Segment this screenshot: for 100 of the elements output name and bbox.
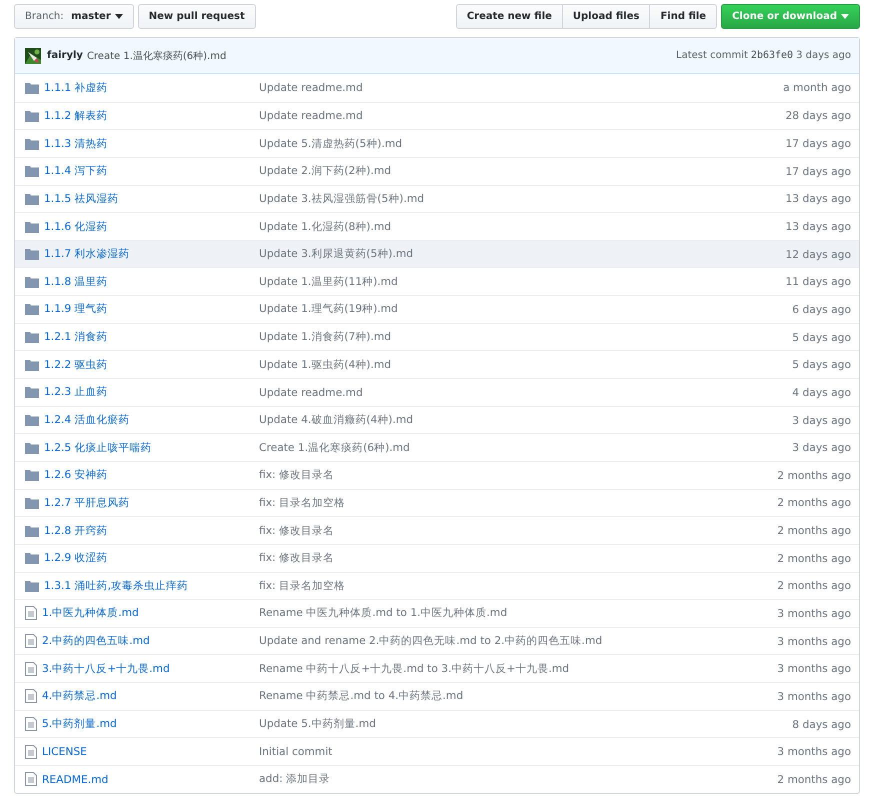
file-name-link[interactable]: 1.2.6 安神药	[44, 468, 108, 482]
file-row[interactable]: 1.3.1 涌吐药,攻毒杀虫止痒药 fix: 目录名加空格 2 months ago	[15, 572, 859, 600]
file-name-link[interactable]: 1.3.1 涌吐药,攻毒杀虫止痒药	[44, 578, 188, 593]
folder-icon	[25, 165, 39, 178]
commit-message-link[interactable]: Update 5.清虚热药(5种).md	[259, 136, 402, 150]
file-age: 6 days ago	[792, 302, 851, 316]
file-name-link[interactable]: 1.2.5 化痰止咳平喘药	[44, 440, 152, 455]
file-icon	[25, 717, 37, 732]
file-row[interactable]: 1.1.3 清热药 Update 5.清虚热药(5种).md 17 days ago	[15, 129, 859, 157]
file-name-link[interactable]: 2.中药的四色五味.md	[42, 634, 150, 648]
file-age: 2 months ago	[777, 524, 851, 538]
commit-message-link[interactable]: fix: 目录名加空格	[259, 496, 346, 509]
file-name-link[interactable]: 1.1.4 泻下药	[44, 164, 108, 178]
file-age: 2 months ago	[777, 552, 851, 565]
file-row[interactable]: 1.2.8 开窍药 fix: 修改目录名 2 months ago	[15, 516, 859, 544]
commit-message-link[interactable]: Rename 中医九种体质.md to 1.中医九种体质.md	[259, 606, 508, 620]
file-row[interactable]: 1.1.4 泻下药 Update 2.润下药(2种).md 17 days ago	[15, 156, 859, 185]
file-age: 3 months ago	[777, 634, 851, 648]
commit-message-link[interactable]: fix: 修改目录名	[259, 524, 334, 537]
commit-message-link[interactable]: Update 3.利尿退黄药(5种).md	[259, 247, 414, 260]
file-row[interactable]: 1.2.5 化痰止咳平喘药 Create 1.温化寒痰药(6种).md 3 days ago	[15, 433, 859, 461]
commit-message-link[interactable]: fix: 目录名加空格	[259, 578, 346, 592]
file-name-link[interactable]: 1.1.6 化湿药	[44, 220, 108, 234]
file-name-link[interactable]: 4.中药禁忌.md	[42, 689, 117, 704]
commit-message-link[interactable]: fix: 修改目录名	[259, 468, 334, 482]
file-row[interactable]: 1.2.6 安神药 fix: 修改目录名 2 months ago	[15, 460, 859, 489]
folder-icon	[25, 138, 39, 150]
commit-message-link[interactable]: Create 1.温化寒痰药(6种).md	[259, 440, 410, 454]
file-age: 2 months ago	[777, 772, 851, 786]
file-name-link[interactable]: 1.1.5 祛风湿药	[44, 192, 119, 206]
new-pull-request-button[interactable]: New pull request	[138, 4, 256, 28]
file-action-button[interactable]: Upload files	[562, 4, 650, 28]
commit-message-link[interactable]: Update 1.温里药(11种).md	[259, 274, 398, 288]
commit-message-link[interactable]: Update readme.md	[259, 386, 363, 399]
file-name-link[interactable]: 1.1.2 解表药	[44, 108, 108, 123]
file-age: 13 days ago	[786, 220, 851, 234]
file-name-link[interactable]: 1.2.1 消食药	[44, 330, 108, 344]
commit-author[interactable]: fairyly	[47, 50, 83, 61]
file-row[interactable]: 1.1.7 利水渗湿药 Update 3.利尿退黄药(5种).md 12 days ago	[15, 240, 859, 268]
commit-message-link[interactable]: Rename 中药十八反+十九畏.md to 3.中药十八反+十九畏.md	[259, 662, 570, 675]
file-row[interactable]: 3.中药十八反+十九畏.md Rename 中药十八反+十九畏.md to 3.中药十八反+十九畏.md 3 months ago	[15, 654, 859, 682]
commit-hash[interactable]: 2b63fe0	[750, 50, 794, 61]
file-name-link[interactable]: 3.中药十八反+十九畏.md	[42, 662, 170, 676]
latest-commit-label: Latest commit	[676, 50, 748, 61]
commit-message-link[interactable]: Update 2.润下药(2种).md	[259, 164, 392, 178]
file-row[interactable]: README.md add: 添加目录 2 months ago	[15, 765, 859, 793]
commit-message-link[interactable]: Update and rename 2.中药的四色无味.md to 2.中药的四色五味.md	[259, 634, 602, 648]
file-row[interactable]: 1.1.2 解表药 Update readme.md 28 days ago	[15, 102, 859, 130]
file-row[interactable]: 1.2.4 活血化瘀药 Update 4.破血消癥药(4种).md 3 days ago	[15, 406, 859, 434]
folder-icon	[25, 524, 39, 537]
file-action-button[interactable]: Find file	[649, 4, 718, 28]
file-name-link[interactable]: 1.1.3 清热药	[44, 136, 108, 151]
commit-message-link[interactable]: Update 4.破血消癥药(4种).md	[259, 413, 414, 426]
file-age: 13 days ago	[786, 192, 851, 206]
file-row[interactable]: 5.中药剂量.md Update 5.中药剂量.md 8 days ago	[15, 710, 859, 738]
file-name-link[interactable]: 1.1.9 理气药	[44, 302, 108, 316]
file-row[interactable]: 1.2.9 收涩药 fix: 修改目录名 2 months ago	[15, 544, 859, 572]
file-action-button[interactable]: Create new file	[456, 4, 563, 28]
file-icon	[25, 772, 37, 786]
file-row[interactable]: 4.中药禁忌.md Rename 中药禁忌.md to 4.中药禁忌.md 3 months ago	[15, 682, 859, 710]
commit-message-link[interactable]: Update 1.驱虫药(4种).md	[259, 358, 392, 371]
file-name-link[interactable]: 1.1.7 利水渗湿药	[44, 247, 130, 262]
commit-message-link[interactable]: Rename 中药禁忌.md to 4.中药禁忌.md	[259, 689, 464, 702]
file-age: 2 months ago	[777, 468, 851, 482]
branch-select-button[interactable]: Branch: master	[14, 4, 134, 28]
file-row[interactable]: 1.2.2 驱虫药 Update 1.驱虫药(4种).md 5 days ago	[15, 350, 859, 378]
commit-message-link[interactable]: Update 1.理气药(19种).md	[259, 302, 398, 316]
file-row[interactable]: 1.1.8 温里药 Update 1.温里药(11种).md 11 days ago	[15, 267, 859, 296]
file-row[interactable]: 1.1.9 理气药 Update 1.理气药(19种).md 6 days ago	[15, 295, 859, 323]
file-row[interactable]: 1.1.5 祛风湿药 Update 3.祛风湿强筋骨(5种).md 13 days ago	[15, 184, 859, 212]
commit-message-link[interactable]: Update readme.md	[259, 81, 363, 94]
file-name-link[interactable]: 1.2.8 开窍药	[44, 524, 108, 538]
file-name-link[interactable]: 1.2.7 平肝息风药	[44, 496, 130, 510]
commit-message-link[interactable]: Update 3.祛风湿强筋骨(5种).md	[259, 192, 424, 205]
file-row[interactable]: 2.中药的四色五味.md Update and rename 2.中药的四色无味.md to 2.中药的四色五味.md 3 months ago	[15, 626, 859, 654]
file-name-link[interactable]: 1.1.1 补虚药	[44, 80, 108, 95]
commit-message-link[interactable]: add: 添加目录	[259, 772, 330, 786]
commit-message-link[interactable]: Initial commit	[259, 745, 332, 758]
file-row[interactable]: LICENSE Initial commit 3 months ago	[15, 737, 859, 766]
file-name-link[interactable]: 1.2.4 活血化瘀药	[44, 413, 130, 427]
file-name-link[interactable]: 1.1.8 温里药	[44, 274, 108, 289]
file-name-link[interactable]: 1.2.2 驱虫药	[44, 358, 108, 372]
file-row[interactable]: 1.中医九种体质.md Rename 中医九种体质.md to 1.中医九种体质.md 3 months ago	[15, 599, 859, 627]
file-name-link[interactable]: 5.中药剂量.md	[42, 717, 117, 732]
file-row[interactable]: 1.2.3 止血药 Update readme.md 4 days ago	[15, 378, 859, 406]
file-row[interactable]: 1.2.7 平肝息风药 fix: 目录名加空格 2 months ago	[15, 488, 859, 516]
file-name-link[interactable]: 1.2.3 止血药	[44, 385, 108, 400]
file-name-link[interactable]: LICENSE	[42, 745, 87, 758]
commit-message-link[interactable]: Update 1.消食药(7种).md	[259, 330, 392, 344]
file-name-link[interactable]: 1.2.9 收涩药	[44, 551, 108, 566]
file-row[interactable]: 1.2.1 消食药 Update 1.消食药(7种).md 5 days ago	[15, 322, 859, 350]
file-name-link[interactable]: 1.中医九种体质.md	[42, 606, 139, 620]
commit-message[interactable]: Create 1.温化寒痰药(6种).md	[86, 48, 226, 62]
file-row[interactable]: 1.1.1 补虚药 Update readme.md a month ago	[15, 74, 859, 102]
file-icon	[25, 606, 37, 620]
commit-message-link[interactable]: Update readme.md	[259, 109, 363, 122]
commit-message-link[interactable]: Update 1.化湿药(8种).md	[259, 220, 392, 233]
commit-message-link[interactable]: fix: 修改目录名	[259, 551, 334, 564]
commit-message-link[interactable]: Update 5.中药剂量.md	[259, 717, 376, 730]
file-name-link[interactable]: README.md	[42, 772, 108, 786]
